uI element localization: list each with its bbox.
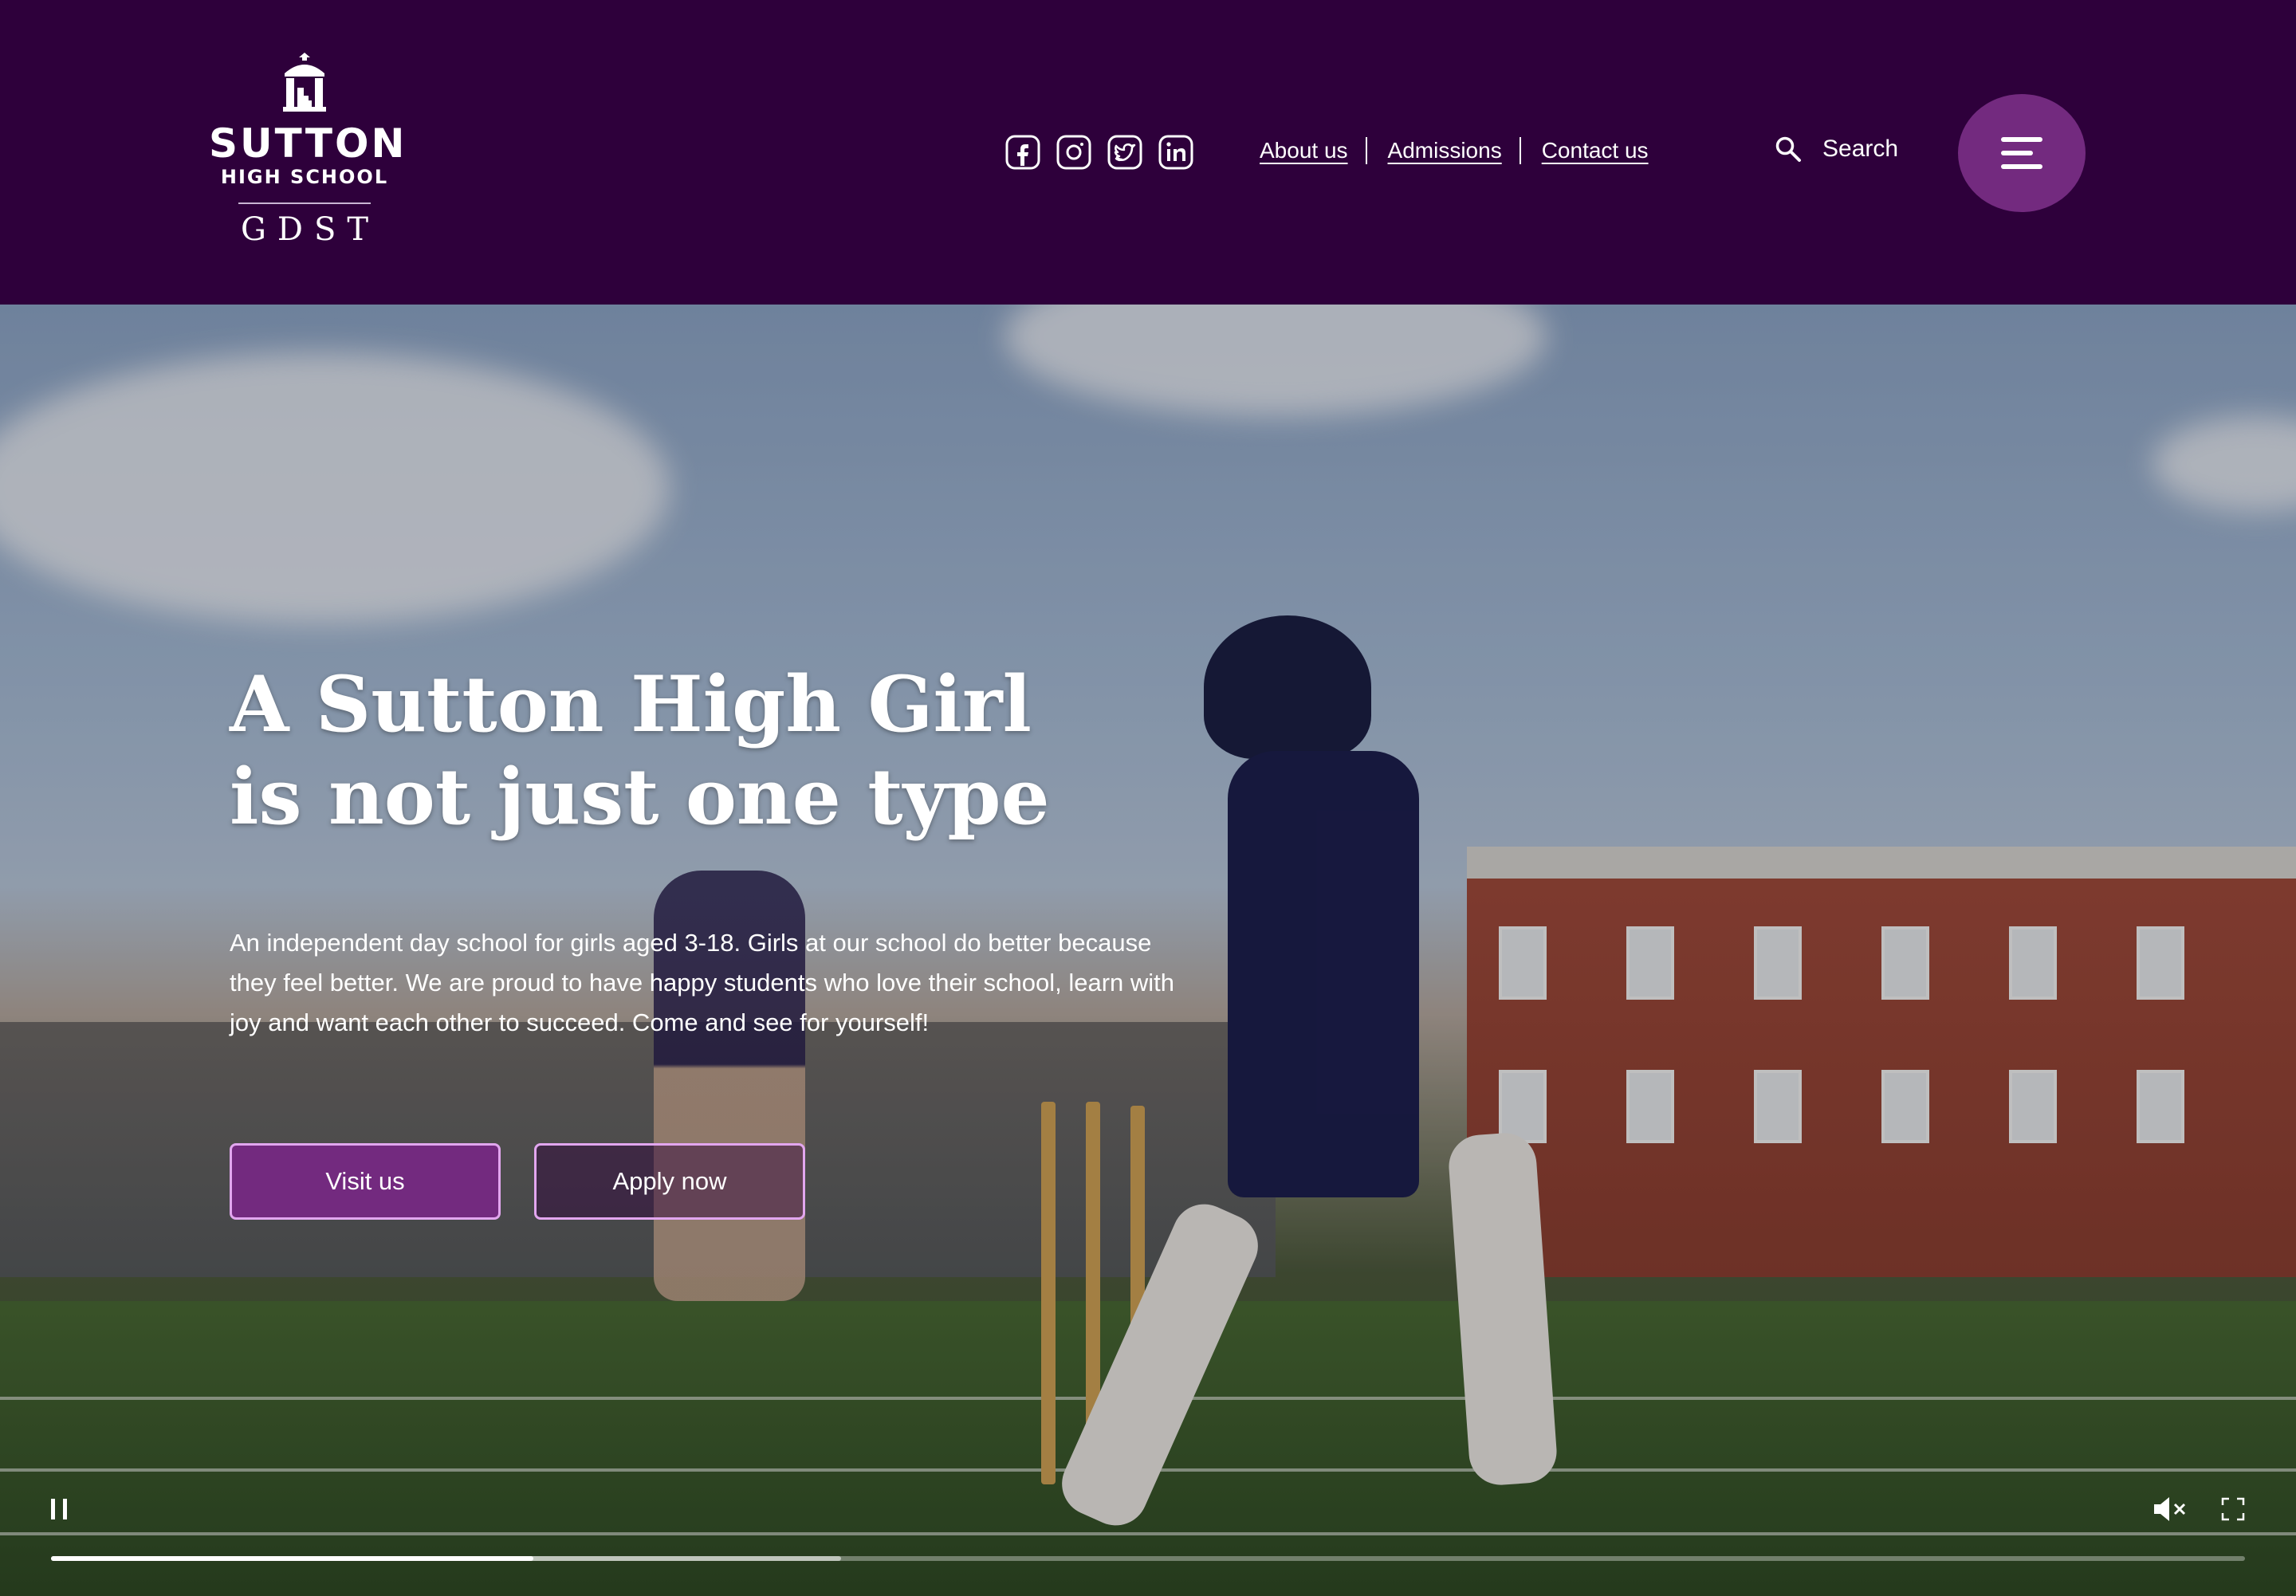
search-button[interactable]: Search xyxy=(1775,136,1898,163)
admissions-link[interactable]: Admissions xyxy=(1388,138,1502,163)
nav-separator xyxy=(1519,137,1521,164)
school-logo[interactable]: SUTTON HIGH SCHOOL GDST xyxy=(209,51,407,263)
archway-logo-icon xyxy=(283,53,326,112)
video-progress-bar[interactable] xyxy=(51,1556,2245,1561)
search-icon xyxy=(1775,136,1801,162)
logo-divider xyxy=(238,202,371,204)
hero-buttons: Visit us Apply now xyxy=(230,1143,805,1220)
menu-button[interactable] xyxy=(1958,94,2086,212)
pause-icon[interactable] xyxy=(49,1497,70,1521)
linkedin-icon[interactable] xyxy=(1158,134,1194,171)
hero-content: A Sutton High Girl is not just one type … xyxy=(230,658,1186,1067)
twitter-icon[interactable] xyxy=(1107,134,1143,171)
hero-description: An independent day school for girls aged… xyxy=(230,929,1175,1036)
hero-title: A Sutton High Girl is not just one type xyxy=(230,659,1050,842)
logo-name: SUTTON xyxy=(209,120,407,167)
nav-separator xyxy=(1365,137,1367,164)
apply-now-button[interactable]: Apply now xyxy=(534,1143,805,1220)
search-label: Search xyxy=(1822,136,1899,162)
visit-us-button[interactable]: Visit us xyxy=(230,1143,501,1220)
logo-subtitle: HIGH SCHOOL xyxy=(220,166,389,188)
mute-icon[interactable] xyxy=(2152,1496,2188,1523)
facebook-icon[interactable] xyxy=(1005,134,1041,171)
hero-video: A Sutton High Girl is not just one type … xyxy=(0,305,2296,1596)
about-us-link[interactable]: About us xyxy=(1260,138,1348,163)
site-header: SUTTON HIGH SCHOOL GDST About us Admissi… xyxy=(0,0,2296,305)
instagram-icon[interactable] xyxy=(1056,134,1092,171)
social-links xyxy=(1005,134,1194,171)
top-nav: About us Admissions Contact us xyxy=(1260,137,1649,164)
video-controls xyxy=(0,1451,2296,1596)
hamburger-menu-icon xyxy=(2001,137,2042,169)
logo-org: GDST xyxy=(240,211,380,248)
contact-us-link[interactable]: Contact us xyxy=(1542,138,1649,163)
fullscreen-icon[interactable] xyxy=(2221,1497,2245,1521)
video-progress-fill xyxy=(51,1556,534,1561)
